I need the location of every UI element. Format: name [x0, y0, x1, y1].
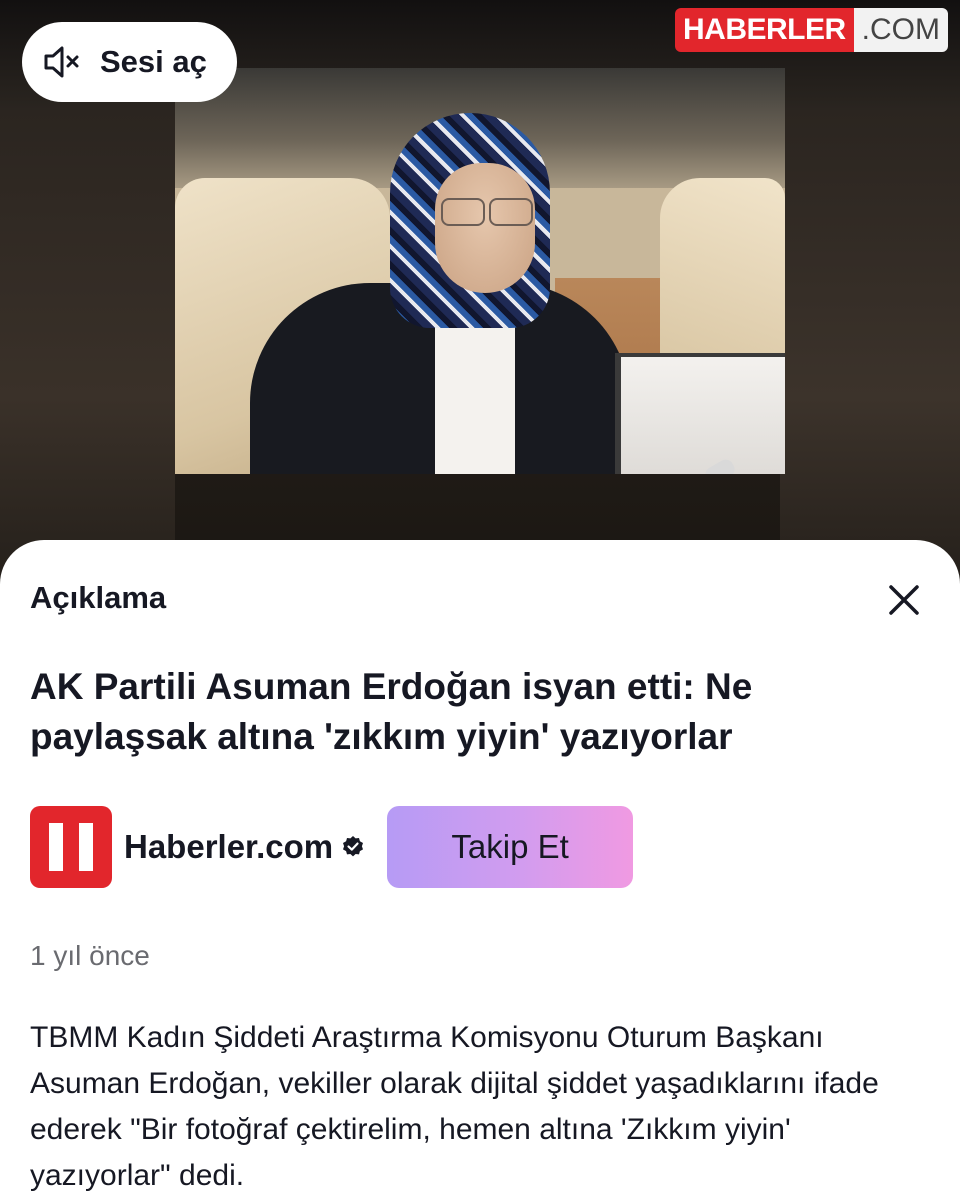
author-name[interactable]: Haberler.com: [124, 828, 333, 866]
post-timestamp: 1 yıl önce: [30, 940, 150, 971]
author-row: Haberler.com Takip Et: [30, 805, 634, 889]
screen: Sesi aç HABERLER .COM Açıklama AK Partil…: [0, 0, 960, 1200]
watermark-red-text: HABERLER: [675, 8, 854, 52]
person-face: [435, 163, 535, 293]
sheet-title: Açıklama: [30, 580, 167, 615]
verified-badge-icon: [341, 835, 365, 859]
watermark-white-text: .COM: [853, 8, 948, 52]
close-button[interactable]: [886, 582, 922, 618]
video-frame: [175, 68, 785, 474]
speaker-muted-icon: [40, 40, 84, 84]
close-icon: [889, 585, 919, 615]
follow-button[interactable]: Takip Et: [387, 806, 634, 888]
haberler-watermark-logo: HABERLER .COM: [675, 8, 948, 52]
video-background-right: [780, 110, 960, 590]
description-sheet: Açıklama AK Partili Asuman Erdoğan isyan…: [0, 540, 960, 1200]
person-shirt: [435, 303, 515, 474]
unmute-button[interactable]: Sesi aç: [22, 22, 237, 102]
frame-laptop: [615, 353, 785, 474]
unmute-label: Sesi aç: [100, 44, 207, 79]
author-avatar[interactable]: [30, 806, 112, 888]
person-glasses: [437, 198, 535, 226]
video-headline: AK Partili Asuman Erdoğan isyan etti: Ne…: [30, 666, 753, 757]
video-description: TBMM Kadın Şiddeti Araştırma Komisyonu O…: [30, 1021, 879, 1192]
video-player[interactable]: Sesi aç HABERLER .COM: [0, 0, 960, 590]
haberler-h-logo-icon: [49, 823, 93, 871]
video-background-left: [0, 110, 175, 590]
